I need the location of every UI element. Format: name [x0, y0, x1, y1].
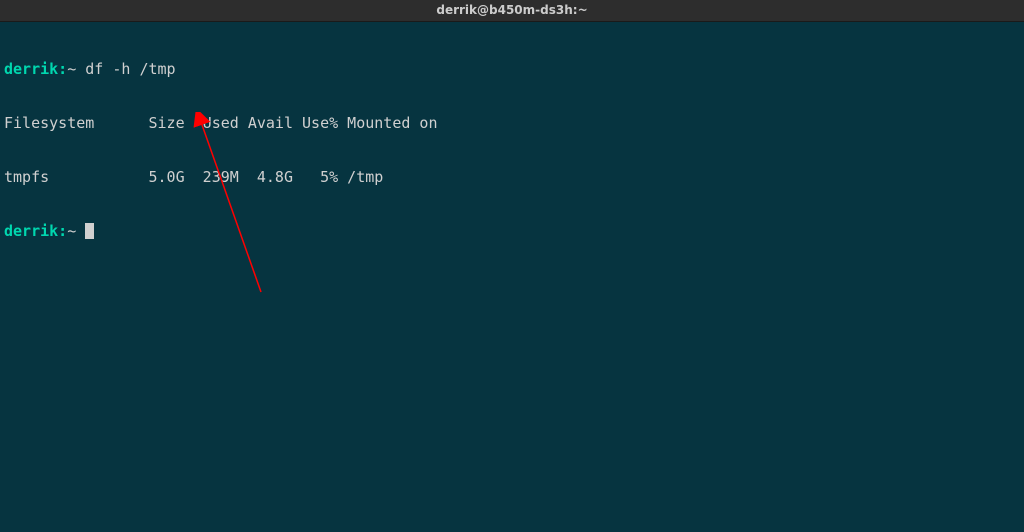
prompt-user: derrik:	[4, 222, 67, 240]
output-header: Filesystem Size Used Avail Use% Mounted …	[4, 114, 1020, 132]
output-row: tmpfs 5.0G 239M 4.8G 5% /tmp	[4, 168, 1020, 186]
prompt-line-1: derrik:~ df -h /tmp	[4, 60, 1020, 78]
cursor-icon	[85, 223, 94, 239]
terminal-body[interactable]: derrik:~ df -h /tmp Filesystem Size Used…	[0, 22, 1024, 296]
prompt-path: ~	[67, 222, 76, 240]
arrow-icon	[191, 112, 311, 312]
prompt-path: ~	[67, 60, 76, 78]
command-text: df -h /tmp	[85, 60, 175, 78]
prompt-user: derrik:	[4, 60, 67, 78]
window-titlebar: derrik@b450m-ds3h:~	[0, 0, 1024, 22]
prompt-line-2: derrik:~	[4, 222, 1020, 240]
window-title: derrik@b450m-ds3h:~	[436, 3, 587, 17]
